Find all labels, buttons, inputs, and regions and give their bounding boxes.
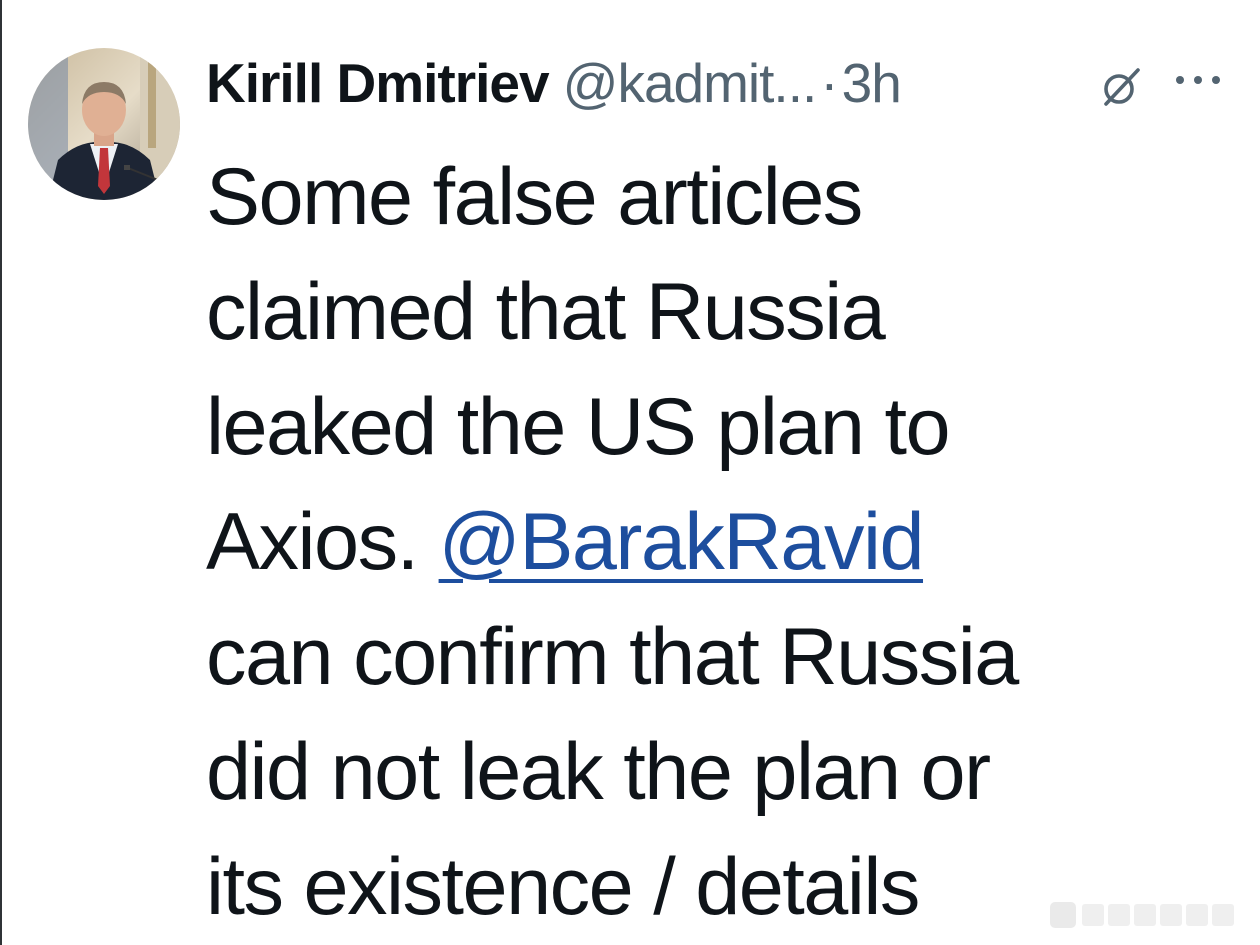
tweet-text-line: Some false articles bbox=[206, 152, 863, 242]
author-display-name[interactable]: Kirill Dmitriev bbox=[206, 51, 550, 115]
tweet-text-line: did not leak the plan or bbox=[206, 727, 991, 817]
tweet-timestamp[interactable]: 3h bbox=[842, 51, 902, 115]
more-options-icon[interactable] bbox=[1170, 60, 1226, 100]
tweet-text-line: claimed that Russia bbox=[206, 267, 886, 357]
tweet[interactable]: Kirill Dmitriev @kadmit... · 3h Some fal… bbox=[0, 0, 1260, 945]
watermark bbox=[1050, 898, 1246, 932]
avatar[interactable] bbox=[28, 48, 180, 200]
tweet-text-line-with-mention: Axios. @BarakRavid bbox=[206, 485, 1246, 600]
tweet-text-fragment: Axios. bbox=[206, 497, 439, 587]
tweet-text-line: leaked the US plan to bbox=[206, 382, 951, 472]
header-separator: · bbox=[820, 52, 838, 114]
grok-icon[interactable] bbox=[1098, 64, 1144, 110]
tweet-text: Some false articles claimed that Russia … bbox=[206, 140, 1246, 945]
author-handle[interactable]: @kadmit... bbox=[563, 51, 818, 115]
tweet-text-line: can confirm that Russia bbox=[206, 612, 1019, 702]
mention-link[interactable]: @BarakRavid bbox=[439, 497, 925, 587]
tweet-header: Kirill Dmitriev @kadmit... · 3h bbox=[206, 50, 902, 116]
